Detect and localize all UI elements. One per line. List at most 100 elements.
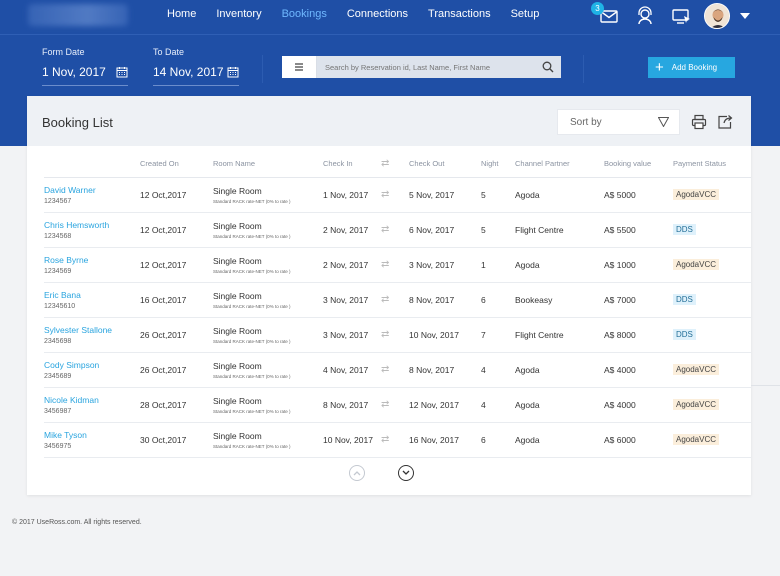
column-header[interactable]: Check Out [409,150,481,178]
rate-plan: Standard RACK rate-NET (0% to rate ) [213,268,291,274]
search-input[interactable] [317,56,535,78]
reservation-id: 1234568 [44,232,72,240]
table-row[interactable]: Cody Simpson 2345689 26 Oct,2017 Single Roo… [44,352,751,388]
from-date-value[interactable]: 1 Nov, 2017 [42,65,106,79]
column-header [44,150,140,178]
channel-partner-cell: Agoda [515,352,604,388]
status-badge: DDS [673,294,696,305]
status-badge: AgodaVCC [673,189,720,200]
check-out-cell: 3 Nov, 2017 [409,247,481,283]
sort-by-dropdown[interactable]: Sort by [557,109,680,135]
channel-partner-cell: Agoda [515,247,604,283]
column-header[interactable]: Night [481,150,515,178]
table-row[interactable]: Chris Hemsworth 1234568 12 Oct,2017 Single … [44,212,751,248]
screen-share-button[interactable] [670,5,692,27]
table-row[interactable]: David Warner 1234567 12 Oct,2017 Single Roo… [44,177,751,213]
table-row[interactable]: Rose Byrne 1234569 12 Oct,2017 Single Room S… [44,247,751,283]
nav-connections[interactable]: Connections [347,8,408,20]
column-header[interactable]: Booking value [604,150,673,178]
notification-count-badge: 3 [591,2,604,15]
from-date-filter[interactable]: Form Date 1 Nov, 2017 [42,47,128,86]
brand-logo[interactable] [28,4,128,26]
calendar-icon[interactable] [116,66,128,78]
nav-home[interactable]: Home [167,8,196,20]
column-header[interactable]: Check In [323,150,381,178]
guest-name-link[interactable]: Cody Simpson [44,360,140,370]
search-icon [542,61,554,73]
guest-name-link[interactable]: David Warner [44,185,140,195]
arrows-cell: ⇄ [381,422,409,458]
check-out-cell: 6 Nov, 2017 [409,212,481,248]
reservation-id: 1234567 [44,197,72,205]
booking-value-cell: A$ 4000 [604,387,673,423]
room-name: Single Room [213,220,262,231]
user-avatar[interactable] [704,3,730,29]
nav-setup[interactable]: Setup [511,8,540,20]
search-button[interactable] [535,56,561,78]
to-date-label: To Date [153,47,185,57]
guest-name-link[interactable]: Mike Tyson [44,430,140,440]
user-menu-chevron-icon[interactable] [740,13,750,19]
table-row[interactable]: Nicole Kidman 3456987 28 Oct,2017 Single Ro… [44,387,751,423]
sort-by-label: Sort by [570,116,602,128]
nav-bookings[interactable]: Bookings [282,8,327,20]
check-out-cell: 10 Nov, 2017 [409,317,481,353]
guest-cell: Nicole Kidman 3456987 [44,387,140,423]
search-filter-menu-button[interactable] [282,56,317,78]
column-header[interactable]: Channel Partner [515,150,604,178]
add-booking-label: Add Booking [671,63,718,72]
footer-copyright: © 2017 UseRoss.com. All rights reserved. [12,519,142,526]
export-share-icon[interactable] [717,114,733,130]
support-button[interactable] [634,5,656,27]
page-up-button[interactable] [349,465,365,481]
table-row[interactable]: Eric Bana 12345610 16 Oct,2017 Single Room S… [44,282,751,318]
room-cell: Single Room Standard RACK rate-NET (0% to… [213,387,323,423]
table-row[interactable]: Sylvester Stallone 2345698 26 Oct,2017 Sing… [44,317,751,353]
created-on-cell: 12 Oct,2017 [140,177,213,213]
arrows-cell: ⇄ [381,352,409,388]
reservation-id: 12345610 [44,302,76,310]
rate-plan: Standard RACK rate-NET (0% to rate ) [213,233,291,239]
swap-arrows-icon: ⇄ [381,434,390,445]
column-header[interactable]: Payment Status [673,150,751,178]
room-cell: Single Room Standard RACK rate-NET (0% to… [213,177,323,213]
check-in-cell: 10 Nov, 2017 [323,422,381,458]
booking-value-cell: A$ 8000 [604,317,673,353]
booking-value-cell: A$ 7000 [604,282,673,318]
check-out-cell: 8 Nov, 2017 [409,352,481,388]
page-down-button[interactable] [398,465,414,481]
guest-cell: Sylvester Stallone 2345698 [44,317,140,353]
check-in-cell: 3 Nov, 2017 [323,282,381,318]
channel-partner-cell: Agoda [515,387,604,423]
search-bar [282,56,561,78]
payment-status-cell: AgodaVCC [673,177,751,213]
guest-name-link[interactable]: Nicole Kidman [44,395,140,405]
arrows-cell: ⇄ [381,317,409,353]
calendar-icon[interactable] [227,66,239,78]
check-in-cell: 1 Nov, 2017 [323,177,381,213]
table-row[interactable]: Mike Tyson 3456975 30 Oct,2017 Single Room S… [44,422,751,458]
nights-cell: 4 [481,387,515,423]
notifications-button[interactable]: 3 [591,2,620,27]
guest-name-link[interactable]: Chris Hemsworth [44,220,140,230]
nav-transactions[interactable]: Transactions [428,8,491,20]
to-date-filter[interactable]: To Date 14 Nov, 2017 [153,47,239,86]
chevron-down-icon [402,470,410,475]
guest-name-link[interactable]: Rose Byrne [44,255,140,265]
arrows-cell: ⇄ [381,282,409,318]
filter-funnel-icon [658,117,669,127]
arrows-cell: ⇄ [381,177,409,213]
add-booking-button[interactable]: + Add Booking [648,57,735,78]
guest-cell: Mike Tyson 3456975 [44,422,140,458]
column-header[interactable]: Room Name [213,150,323,178]
print-icon[interactable] [691,114,707,130]
swap-arrows-icon: ⇄ [381,189,390,200]
guest-name-link[interactable]: Sylvester Stallone [44,325,140,335]
swap-arrows-icon: ⇄ [381,329,390,340]
column-header[interactable]: Created On [140,150,213,178]
room-name: Single Room [213,185,262,196]
to-date-value[interactable]: 14 Nov, 2017 [153,65,224,79]
guest-name-link[interactable]: Eric Bana [44,290,140,300]
nav-inventory[interactable]: Inventory [216,8,261,20]
booking-value-cell: A$ 5000 [604,177,673,213]
